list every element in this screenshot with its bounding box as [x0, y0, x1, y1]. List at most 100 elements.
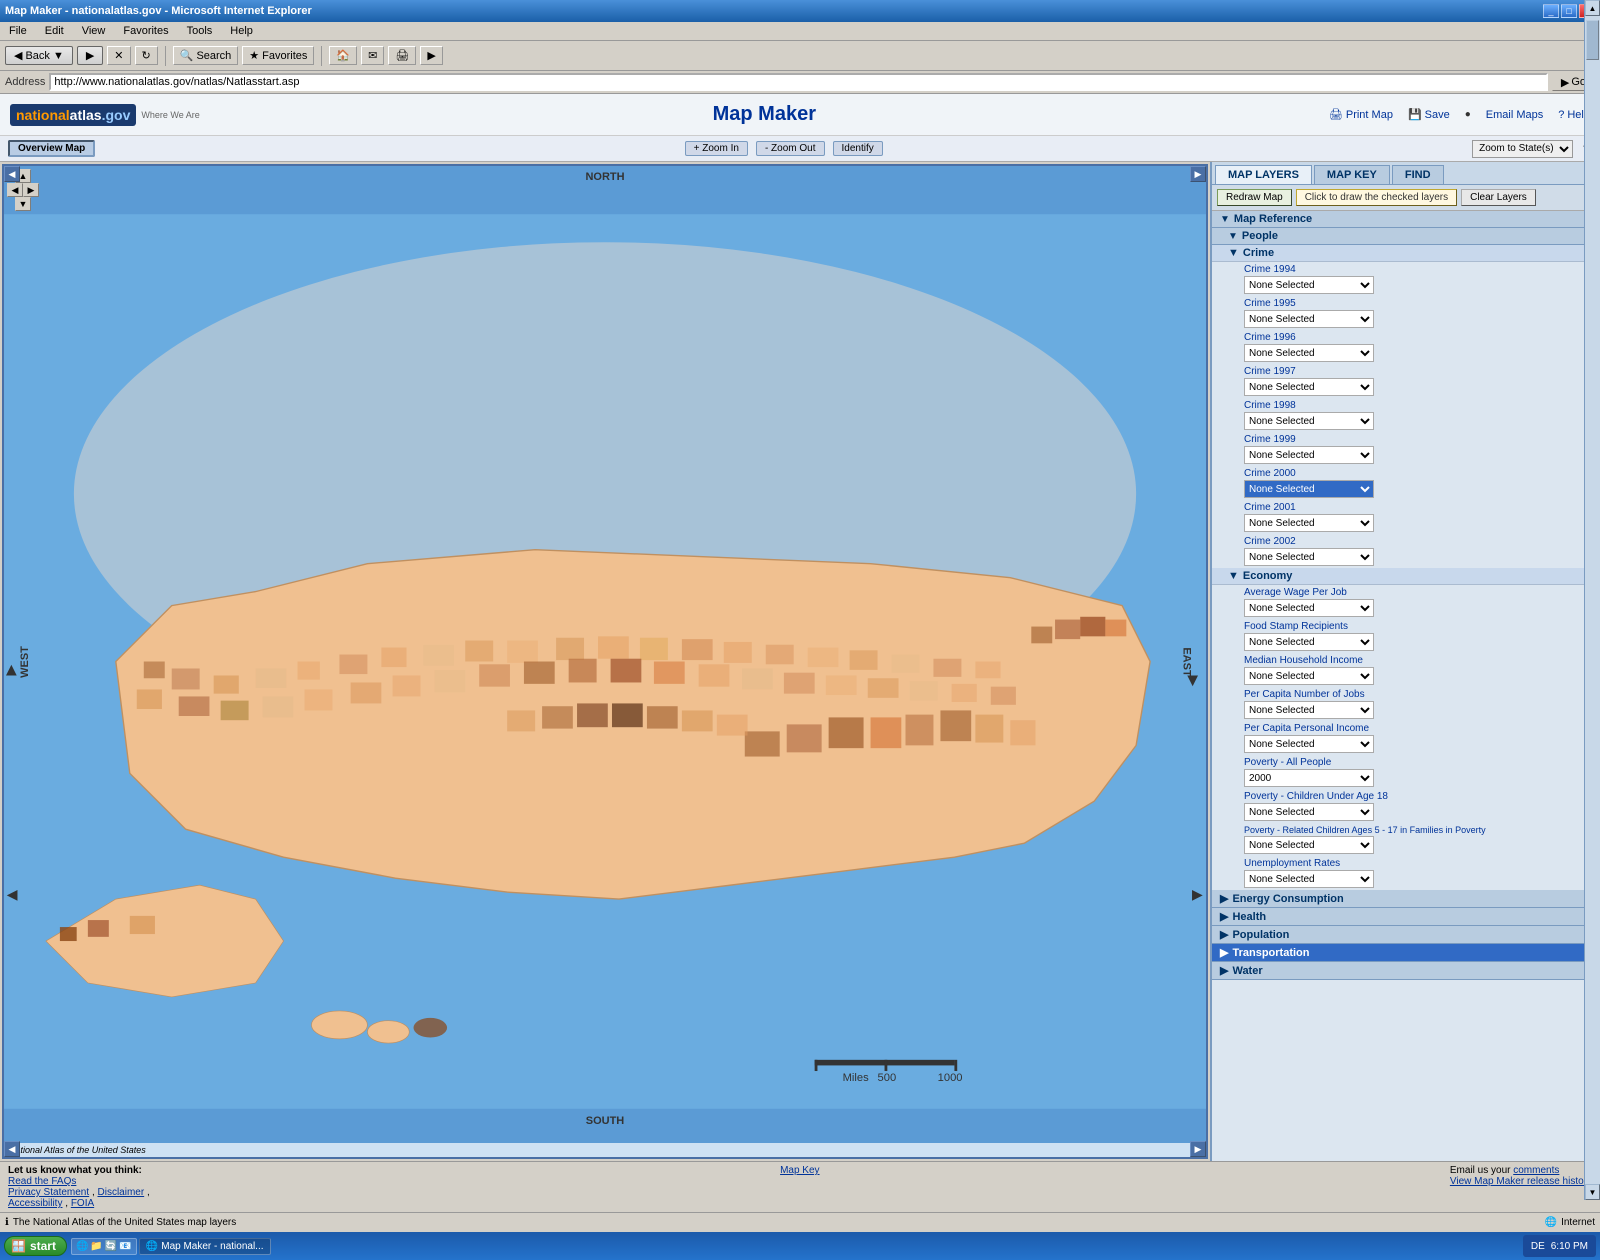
crime-1997-select[interactable]: None Selected	[1244, 378, 1374, 396]
people-label: People	[1242, 230, 1278, 242]
energy-label: Energy Consumption	[1232, 893, 1343, 905]
print-icon: 🖨	[1329, 108, 1343, 121]
transportation-section-header[interactable]: ▶ Transportation	[1212, 944, 1600, 962]
save-link[interactable]: 💾 Save	[1408, 108, 1450, 121]
menu-favorites[interactable]: Favorites	[119, 24, 172, 38]
release-history-link[interactable]: View Map Maker release history	[1450, 1176, 1592, 1187]
save-icon: 💾	[1408, 108, 1422, 121]
zoom-to-select[interactable]: Zoom to State(s)	[1472, 140, 1573, 158]
energy-toggle-icon: ▶	[1220, 892, 1228, 905]
avg-wage-item: Average Wage Per Job None Selected	[1212, 585, 1600, 619]
water-section-header[interactable]: ▶ Water	[1212, 962, 1600, 980]
crime-1994-select[interactable]: None Selected	[1244, 276, 1374, 294]
menu-view[interactable]: View	[78, 24, 110, 38]
map-reference-toggle[interactable]: ▼	[1220, 214, 1230, 225]
identify-button[interactable]: Identify	[833, 141, 883, 156]
address-input[interactable]	[49, 73, 1547, 91]
menu-help[interactable]: Help	[226, 24, 257, 38]
crime-2002-select[interactable]: None Selected	[1244, 548, 1374, 566]
footer-right: Email us your comments View Map Maker re…	[1450, 1165, 1592, 1187]
stop-button[interactable]: ✕	[107, 46, 130, 65]
poverty-all-select[interactable]: 2000 None Selected	[1244, 769, 1374, 787]
forward-button[interactable]: ▶	[77, 46, 103, 65]
redraw-map-button[interactable]: Redraw Map	[1217, 189, 1292, 206]
map-corner-tl[interactable]: ◀	[4, 166, 20, 182]
median-income-select[interactable]: None Selected	[1244, 667, 1374, 685]
transportation-toggle-icon: ▶	[1220, 946, 1228, 959]
print-button[interactable]: 🖨	[388, 46, 416, 65]
panel-content[interactable]: ▼ Map Reference ▼ People ▼ Crime Crime 1…	[1212, 211, 1600, 1161]
privacy-link[interactable]: Privacy Statement	[8, 1187, 89, 1198]
logo-area: nationalatlas.gov Where We Are	[10, 104, 200, 126]
zoom-in-button[interactable]: + Zoom In	[685, 141, 748, 156]
menu-file[interactable]: File	[5, 24, 31, 38]
go-icon: ▶	[1561, 76, 1569, 89]
scroll-down-button[interactable]: ▼	[15, 197, 31, 211]
crime-1995-select[interactable]: None Selected	[1244, 310, 1374, 328]
crime-1997-item: Crime 1997 None Selected	[1212, 364, 1600, 398]
health-section-header[interactable]: ▶ Health	[1212, 908, 1600, 926]
zoom-out-button[interactable]: - Zoom Out	[756, 141, 825, 156]
poverty-related-select[interactable]: None Selected	[1244, 836, 1374, 854]
menu-edit[interactable]: Edit	[41, 24, 68, 38]
people-toggle[interactable]: ▼	[1228, 231, 1238, 242]
tab-map-layers[interactable]: MAP LAYERS	[1215, 165, 1312, 184]
taskbar-ie-icon: 🌐	[146, 1241, 158, 1252]
panel-scrollbar[interactable]: ▲ ▼	[1584, 162, 1600, 1161]
crime-section-header[interactable]: ▼ Crime	[1212, 245, 1600, 262]
minimize-button[interactable]: _	[1543, 4, 1559, 18]
economy-label: Economy	[1243, 570, 1293, 582]
home-button[interactable]: 🏠	[329, 46, 357, 65]
overview-map-button[interactable]: Overview Map	[8, 140, 95, 157]
menu-tools[interactable]: Tools	[183, 24, 217, 38]
comments-link[interactable]: comments	[1513, 1165, 1559, 1176]
back-button[interactable]: ◀ Back ▼	[5, 46, 73, 65]
search-icon: 🔍	[180, 49, 194, 62]
crime-2001-select[interactable]: None Selected	[1244, 514, 1374, 532]
tab-map-key[interactable]: MAP KEY	[1314, 165, 1390, 184]
poverty-children-select[interactable]: None Selected	[1244, 803, 1374, 821]
print-map-link[interactable]: 🖨 Print Map	[1329, 108, 1393, 121]
menu-bar: File Edit View Favorites Tools Help	[0, 22, 1600, 41]
favorites-button[interactable]: ★ Favorites	[242, 46, 314, 65]
map-corner-br[interactable]: ▶	[1190, 1141, 1206, 1157]
energy-section-header[interactable]: ▶ Energy Consumption	[1212, 890, 1600, 908]
per-capita-jobs-item: Per Capita Number of Jobs None Selected	[1212, 687, 1600, 721]
right-panel: MAP LAYERS MAP KEY FIND Redraw Map Click…	[1210, 162, 1600, 1161]
crime-1998-select[interactable]: None Selected	[1244, 412, 1374, 430]
crime-1999-select[interactable]: None Selected	[1244, 446, 1374, 464]
click-draw-button[interactable]: Click to draw the checked layers	[1296, 189, 1457, 206]
per-capita-jobs-select[interactable]: None Selected	[1244, 701, 1374, 719]
maximize-button[interactable]: □	[1561, 4, 1577, 18]
svg-text:▶: ▶	[4, 664, 18, 675]
map-corner-bl[interactable]: ◀	[4, 1141, 20, 1157]
crime-1996-select[interactable]: None Selected	[1244, 344, 1374, 362]
search-button[interactable]: 🔍 Search	[173, 46, 239, 65]
food-stamp-select[interactable]: None Selected	[1244, 633, 1374, 651]
unemployment-select[interactable]: None Selected	[1244, 870, 1374, 888]
status-text: The National Atlas of the United States …	[13, 1217, 236, 1228]
media-button[interactable]: ▶	[420, 46, 442, 65]
clear-layers-button[interactable]: Clear Layers	[1461, 189, 1536, 206]
map-svg[interactable]: Miles 500 1000 ▶ ▶ ▶ ◀	[4, 166, 1206, 1157]
back-arrow-icon: ◀	[14, 49, 22, 62]
scroll-left-button[interactable]: ◀	[7, 183, 23, 197]
disclaimer-link[interactable]: Disclaimer	[98, 1187, 145, 1198]
refresh-button[interactable]: ↻	[135, 46, 158, 65]
scroll-right-button[interactable]: ▶	[23, 183, 39, 197]
email-maps-link[interactable]: Email Maps	[1486, 109, 1543, 121]
read-faqs-link[interactable]: Read the FAQs	[8, 1176, 76, 1187]
start-button[interactable]: 🪟 start	[4, 1236, 67, 1256]
economy-section-header[interactable]: ▼ Economy	[1212, 568, 1600, 585]
population-section-header[interactable]: ▶ Population	[1212, 926, 1600, 944]
people-section-header: ▼ People	[1212, 228, 1600, 245]
crime-2000-select[interactable]: None Selected	[1244, 480, 1374, 498]
avg-wage-select[interactable]: None Selected	[1244, 599, 1374, 617]
map-key-link[interactable]: Map Key	[780, 1165, 819, 1176]
map-corner-tr[interactable]: ▶	[1190, 166, 1206, 182]
taskbar-item-mapmaker[interactable]: 🌐 Map Maker - national...	[139, 1238, 271, 1255]
toolbar-separator-1	[165, 46, 166, 66]
per-capita-income-select[interactable]: None Selected	[1244, 735, 1374, 753]
mail-button[interactable]: ✉	[361, 46, 384, 65]
tab-find[interactable]: FIND	[1392, 165, 1444, 184]
